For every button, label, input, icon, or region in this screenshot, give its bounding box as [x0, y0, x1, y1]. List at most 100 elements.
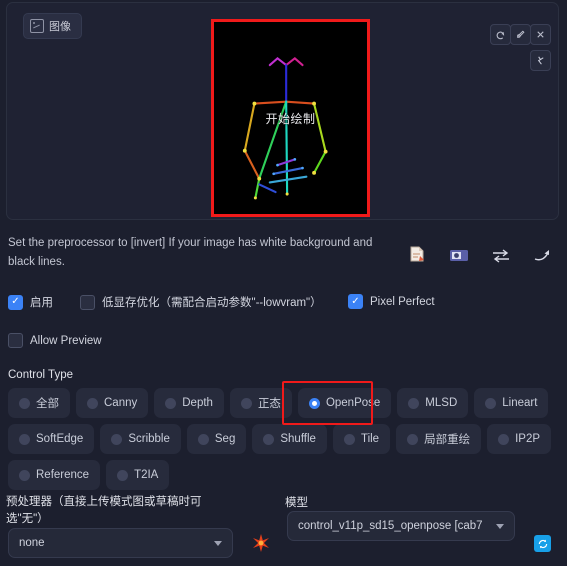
checkbox-lowvram-label: 低显存优化（需配合启动参数"--lowvram"）	[102, 297, 322, 309]
control-type-row-3: Reference T2IA	[8, 460, 559, 490]
tab-image-label: 图像	[49, 21, 71, 33]
radio-dot	[407, 433, 419, 445]
star-burst-glyph	[253, 534, 269, 552]
radio-dot	[19, 433, 30, 445]
radio-dot	[308, 397, 320, 409]
control-type-label: Shuffle	[280, 433, 316, 445]
chevron-down-icon	[214, 540, 222, 546]
control-type-seg[interactable]: Seg	[186, 424, 247, 454]
preprocessor-hint: Set the preprocessor to [invert] If your…	[8, 237, 373, 268]
preprocessor-select[interactable]: none	[8, 528, 233, 558]
control-type-label: 局部重绘	[424, 434, 471, 446]
checkbox-lowvram-box[interactable]	[80, 294, 95, 310]
arrow-glyph	[534, 250, 549, 261]
radio-dot	[197, 433, 209, 445]
control-type-title: Control Type	[8, 369, 73, 381]
radio-dot	[165, 397, 177, 409]
radio-dot	[111, 433, 123, 445]
radio-dot	[408, 397, 420, 409]
control-type-label: 全部	[36, 398, 59, 410]
control-type-label: Scribble	[128, 433, 170, 445]
camera-glyph	[450, 250, 468, 261]
control-type-ip2p[interactable]: IP2P	[487, 424, 552, 454]
control-type-tile[interactable]: Tile	[332, 424, 391, 454]
checkbox-allow-preview-box[interactable]	[8, 333, 23, 348]
openpose-skeleton	[214, 22, 367, 214]
checkbox-enable-label: 启用	[30, 297, 53, 309]
camera-icon[interactable]	[448, 247, 470, 265]
control-type-label: IP2P	[515, 433, 541, 445]
control-type-group: 全部 Canny Depth 正态 OpenPose MLSD Lineart …	[8, 388, 559, 496]
checkbox-enable-box[interactable]: ✓	[8, 294, 23, 310]
model-label: 模型	[285, 497, 308, 509]
radio-dot	[19, 397, 30, 409]
image-preview[interactable]: 开始绘制	[211, 19, 370, 217]
close-glyph	[537, 31, 544, 38]
radio-dot	[343, 433, 355, 445]
control-type-reference[interactable]: Reference	[8, 460, 101, 490]
edit-icon[interactable]	[510, 24, 531, 45]
close-icon[interactable]	[530, 24, 551, 45]
swap-glyph	[493, 249, 509, 263]
control-type-inpaint[interactable]: 局部重绘	[396, 424, 482, 454]
control-type-depth[interactable]: Depth	[154, 388, 224, 418]
control-type-openpose[interactable]: OpenPose	[297, 388, 392, 418]
radio-dot	[485, 397, 497, 409]
control-type-lineart[interactable]: Lineart	[474, 388, 549, 418]
control-type-label: 正态	[257, 398, 281, 410]
control-type-label: Lineart	[502, 397, 538, 409]
checkbox-pixel-perfect[interactable]: ✓ Pixel Perfect	[348, 294, 435, 309]
control-type-label: SoftEdge	[36, 433, 84, 445]
image-icon	[30, 19, 44, 33]
control-type-scribble[interactable]: Scribble	[100, 424, 181, 454]
control-type-label: Seg	[214, 433, 236, 445]
radio-dot	[498, 433, 510, 445]
checkbox-lowvram[interactable]: 低显存优化（需配合启动参数"--lowvram"）	[80, 294, 322, 310]
radio-dot	[117, 469, 129, 481]
control-type-canny[interactable]: Canny	[76, 388, 149, 418]
model-select[interactable]: control_v11p_sd15_openpose [cab7	[287, 511, 515, 541]
control-type-label: MLSD	[425, 397, 458, 409]
model-value: control_v11p_sd15_openpose [cab7	[298, 520, 483, 532]
checkbox-allow-preview[interactable]: Allow Preview	[8, 333, 102, 348]
control-type-label: T2IA	[134, 469, 159, 481]
control-type-label: Canny	[104, 397, 138, 409]
radio-dot	[263, 433, 275, 445]
preprocessor-value: none	[19, 537, 45, 549]
preprocessor-label: 预处理器（直接上传模式图或草稿时可选"无"）	[6, 496, 202, 525]
control-type-label: Tile	[360, 433, 380, 445]
control-type-label: Depth	[182, 397, 213, 409]
checkbox-allow-preview-label: Allow Preview	[30, 334, 102, 347]
checkbox-enable[interactable]: ✓ 启用	[8, 294, 53, 310]
checkbox-pixel-perfect-box[interactable]: ✓	[348, 294, 363, 309]
undo-glyph	[496, 31, 505, 40]
control-type-mlsd[interactable]: MLSD	[397, 388, 469, 418]
tab-image[interactable]: 图像	[23, 13, 82, 39]
control-type-label: OpenPose	[325, 397, 381, 409]
control-type-row-2: SoftEdge Scribble Seg Shuffle Tile 局部重绘 …	[8, 424, 559, 454]
control-type-t2ia[interactable]: T2IA	[106, 460, 170, 490]
pose-editor-icon[interactable]	[530, 50, 551, 71]
control-type-row-1: 全部 Canny Depth 正态 OpenPose MLSD Lineart	[8, 388, 559, 418]
radio-dot	[87, 397, 98, 409]
control-type-softedge[interactable]: SoftEdge	[8, 424, 95, 454]
pose-glyph	[537, 56, 544, 65]
radio-dot	[240, 397, 252, 409]
refresh-icon[interactable]	[534, 535, 551, 552]
swap-icon[interactable]	[490, 248, 512, 266]
star-burst-icon[interactable]	[251, 533, 271, 553]
undo-icon[interactable]	[490, 24, 511, 45]
edit-glyph	[517, 30, 525, 38]
refresh-glyph	[538, 539, 547, 548]
checkbox-pixel-perfect-label: Pixel Perfect	[370, 295, 435, 308]
control-type-all[interactable]: 全部	[8, 388, 70, 418]
image-upload-panel: 图像 开始绘制	[6, 2, 559, 220]
arrow-icon[interactable]	[532, 248, 554, 266]
file-upload-icon[interactable]	[406, 245, 428, 263]
control-type-normal[interactable]: 正态	[229, 388, 292, 418]
file-upload-glyph	[410, 246, 424, 262]
chevron-down-icon	[496, 523, 504, 529]
radio-dot	[19, 469, 30, 481]
control-type-label: Reference	[36, 469, 90, 481]
control-type-shuffle[interactable]: Shuffle	[252, 424, 327, 454]
